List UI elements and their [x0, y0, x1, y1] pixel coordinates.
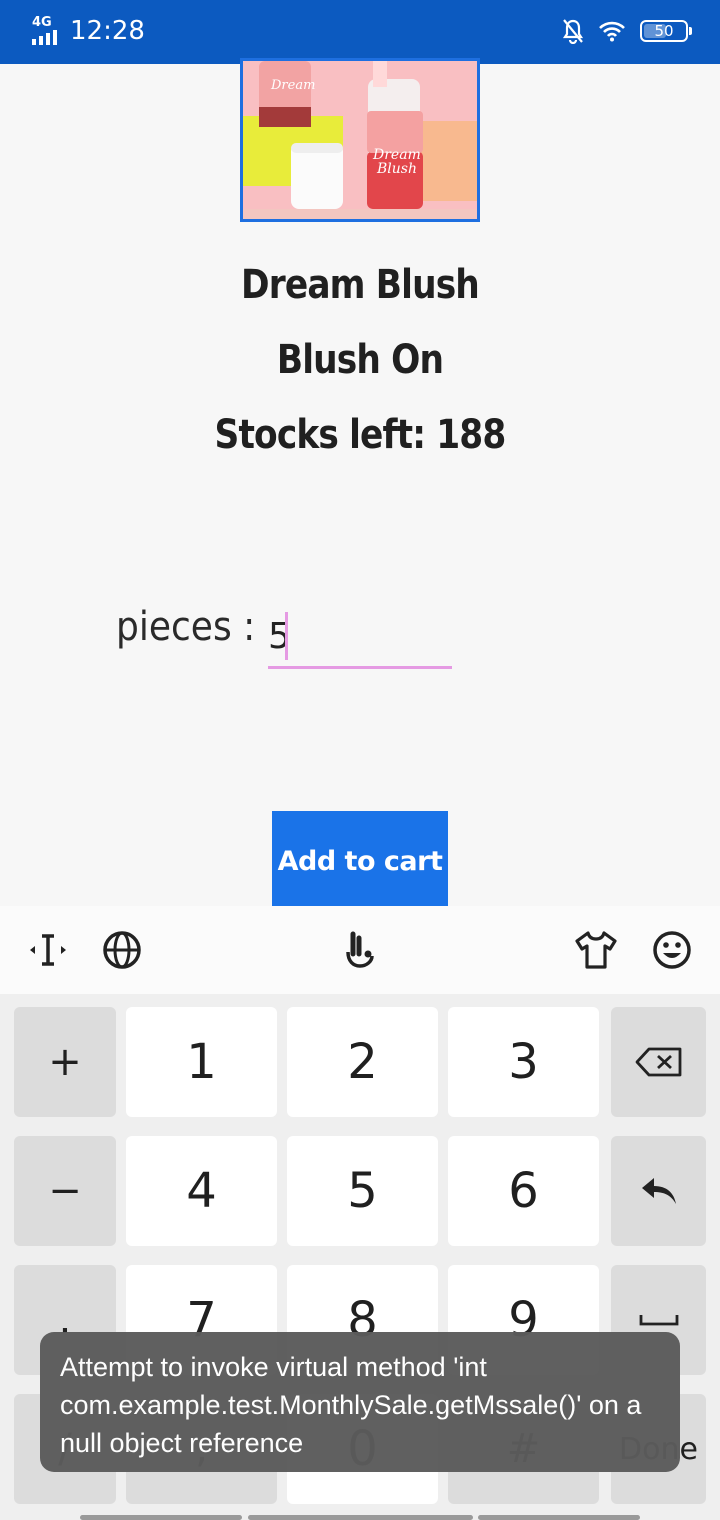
key-5[interactable]: 5 [287, 1136, 438, 1246]
clock: 12:28 [70, 16, 145, 46]
key-2[interactable]: 2 [287, 1007, 438, 1117]
globe-icon[interactable] [100, 928, 144, 972]
cursor-control-icon[interactable] [26, 928, 70, 972]
signal-icon: 4G [32, 15, 62, 45]
notifications-off-icon [562, 19, 584, 44]
pieces-input[interactable]: 5 [268, 610, 452, 669]
product-category: Blush On [276, 337, 444, 383]
key-3[interactable]: 3 [448, 1007, 599, 1117]
image-text-1: Dream [270, 78, 315, 93]
key-backspace[interactable] [611, 1007, 706, 1117]
gesture-typing-icon[interactable] [338, 928, 382, 972]
image-text-3: Blush [376, 161, 417, 177]
wifi-icon [599, 21, 625, 42]
theme-shirt-icon[interactable] [574, 928, 618, 972]
key-6[interactable]: 6 [448, 1136, 599, 1246]
stock-count: Stocks left: 188 [214, 412, 507, 458]
key-enter[interactable] [611, 1136, 706, 1246]
product-name: Dream Blush [241, 262, 480, 308]
backspace-icon [635, 1047, 681, 1077]
battery-icon: 50 [640, 20, 692, 42]
key-4[interactable]: 4 [126, 1136, 277, 1246]
key-1[interactable]: 1 [126, 1007, 277, 1117]
product-image: Dream Dream Blush [240, 58, 480, 222]
space-icon [639, 1315, 678, 1326]
text-cursor [285, 612, 288, 660]
keyboard-toolbar [0, 906, 720, 994]
key-minus[interactable]: − [14, 1136, 116, 1246]
emoji-icon[interactable] [650, 928, 694, 972]
add-to-cart-button[interactable]: Add to cart [272, 811, 448, 911]
error-toast: Attempt to invoke virtual method 'int co… [40, 1332, 680, 1472]
enter-arrow-icon [641, 1178, 676, 1204]
key-plus[interactable]: + [14, 1007, 116, 1117]
status-bar: 4G 12:28 50 [0, 0, 720, 64]
navigation-bar [0, 1514, 720, 1520]
pieces-label: pieces : [116, 604, 256, 650]
